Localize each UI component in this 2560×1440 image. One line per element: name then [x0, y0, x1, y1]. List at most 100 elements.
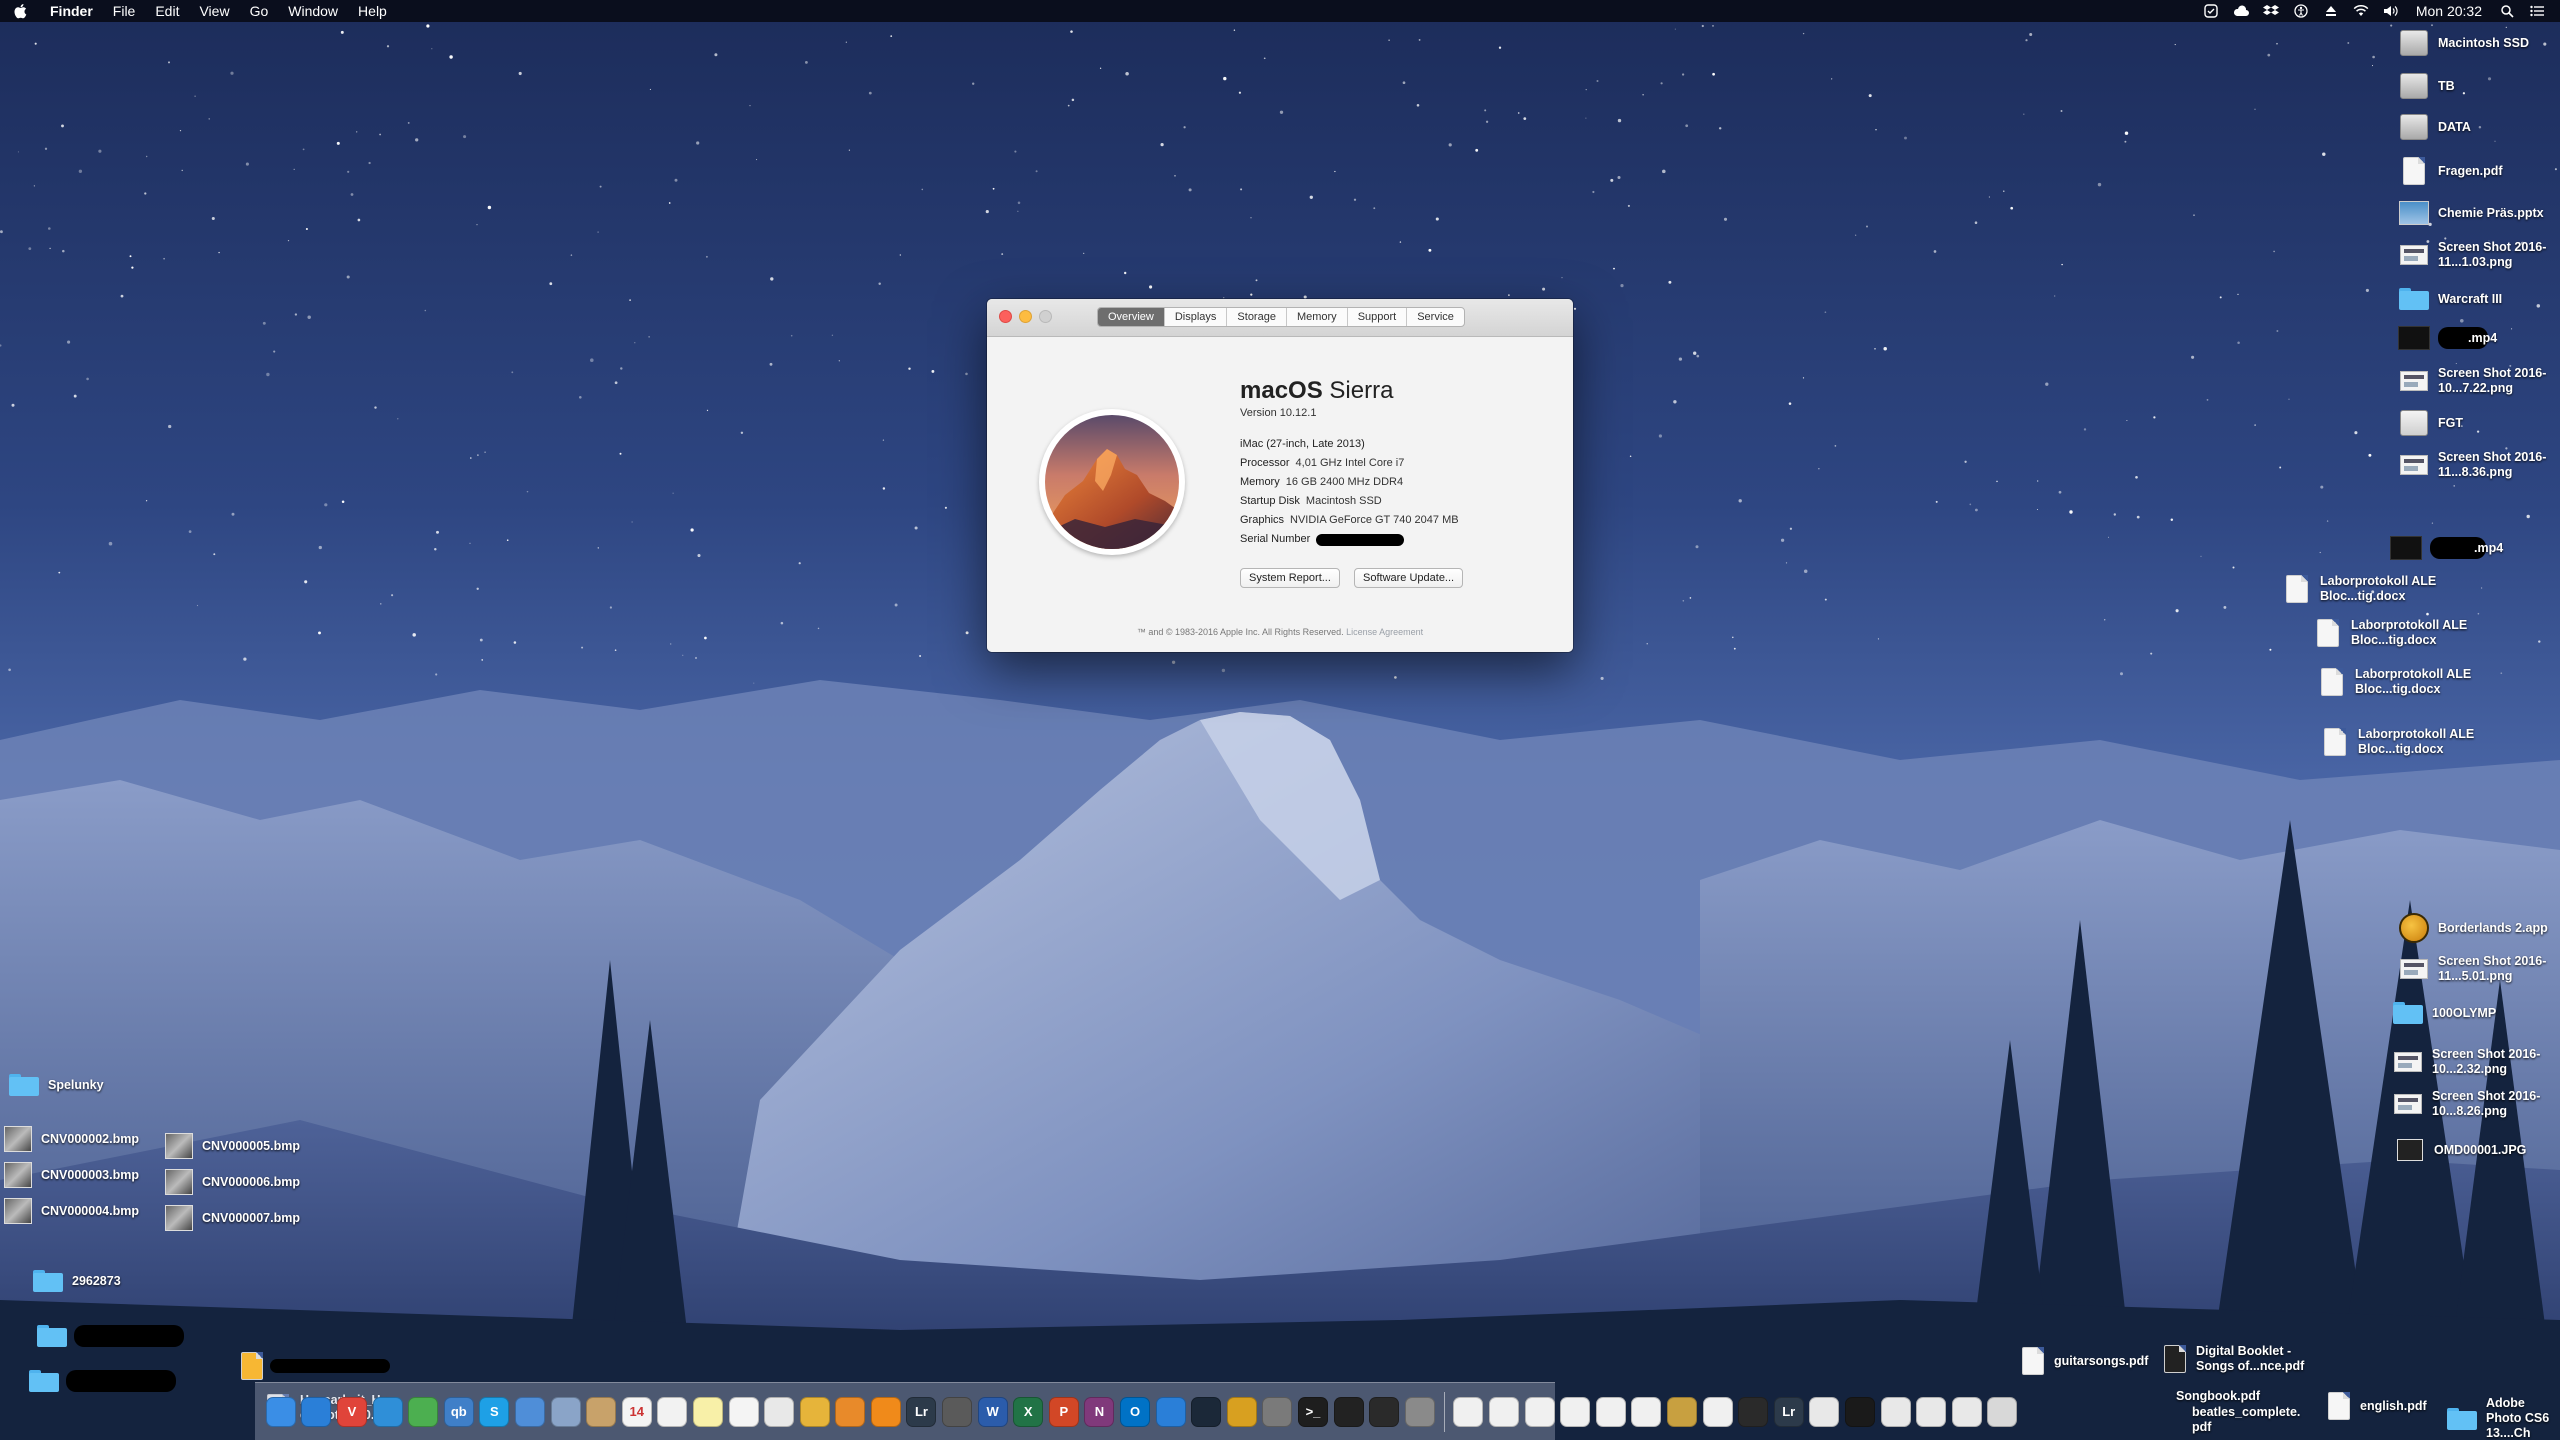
screenshot-icon[interactable]: [1916, 1396, 1947, 1427]
desktop-item[interactable]: TB: [2398, 73, 2455, 99]
preview-icon[interactable]: [550, 1396, 581, 1427]
notification-center-icon[interactable]: [2527, 3, 2547, 19]
menu-app-finder[interactable]: Finder: [40, 0, 103, 22]
menu-edit[interactable]: Edit: [145, 0, 189, 22]
desktop-item[interactable]: DATA: [2398, 114, 2471, 140]
desktop-item[interactable]: beatles_complete. pdf: [2184, 1405, 2304, 1435]
chrome-icon[interactable]: [799, 1396, 830, 1427]
image-icon[interactable]: [1844, 1396, 1875, 1427]
desktop-item[interactable]: [36, 1325, 184, 1347]
document-icon[interactable]: [1702, 1396, 1733, 1427]
trash-icon[interactable]: [1987, 1396, 2018, 1427]
eject-icon[interactable]: [2321, 3, 2341, 19]
desktop-item[interactable]: Adobe Photo CS6 13....Ch: [2446, 1396, 2560, 1440]
desktop-item[interactable]: CNV000005.bmp: [164, 1133, 300, 1159]
zoom-window-button[interactable]: [1039, 310, 1052, 323]
document-icon[interactable]: [1488, 1396, 1519, 1427]
close-window-button[interactable]: [999, 310, 1012, 323]
app-store-icon[interactable]: [372, 1396, 403, 1427]
tab-overview[interactable]: Overview: [1098, 308, 1165, 326]
desktop-item[interactable]: FGT: [2398, 410, 2463, 436]
tab-memory[interactable]: Memory: [1287, 308, 1348, 326]
desktop-item[interactable]: OMD00001.JPG: [2394, 1139, 2526, 1161]
menu-view[interactable]: View: [189, 0, 239, 22]
checkbox-icon[interactable]: [2201, 3, 2221, 19]
desktop-item[interactable]: CNV000007.bmp: [164, 1205, 300, 1231]
menu-window[interactable]: Window: [278, 0, 348, 22]
desktop-item[interactable]: Laborprotokoll ALE Bloc...tig.docx: [2317, 667, 2487, 697]
desktop-item[interactable]: Screen Shot 2016-10...8.26.png: [2392, 1089, 2560, 1119]
disk-utility-icon[interactable]: [1404, 1396, 1435, 1427]
screenshot-icon[interactable]: [1951, 1396, 1982, 1427]
desktop-item[interactable]: 100OLYMP: [2392, 1002, 2496, 1024]
apple-menu-icon[interactable]: [0, 3, 40, 19]
borderlands-icon[interactable]: [1226, 1396, 1257, 1427]
word-icon[interactable]: W: [977, 1396, 1008, 1427]
menu-clock[interactable]: Mon 20:32: [2406, 0, 2492, 22]
excel-icon[interactable]: X: [1013, 1396, 1044, 1427]
image-icon[interactable]: [1809, 1396, 1840, 1427]
document-icon[interactable]: [1560, 1396, 1591, 1427]
license-agreement-link[interactable]: License Agreement: [1346, 627, 1423, 637]
powerpoint-icon[interactable]: P: [1048, 1396, 1079, 1427]
desktop-item[interactable]: Spelunky: [8, 1074, 104, 1096]
system-report-button[interactable]: System Report...: [1240, 568, 1340, 588]
lightroom-icon[interactable]: Lr: [906, 1396, 937, 1427]
desktop-item[interactable]: .mp4: [2398, 326, 2497, 350]
desktop-item[interactable]: Screen Shot 2016-10...7.22.png: [2398, 366, 2560, 396]
notes-icon[interactable]: [586, 1396, 617, 1427]
image-icon[interactable]: [1738, 1396, 1769, 1427]
desktop-item[interactable]: english.pdf: [2326, 1392, 2427, 1420]
onenote-icon[interactable]: N: [1084, 1396, 1115, 1427]
desktop-item[interactable]: CNV000004.bmp: [3, 1198, 139, 1224]
desktop-item[interactable]: Laborprotokoll ALE Bloc...tig.docx: [2282, 574, 2452, 604]
stickies-icon[interactable]: [692, 1396, 723, 1427]
desktop-item[interactable]: [240, 1352, 390, 1380]
safari-icon[interactable]: [301, 1396, 332, 1427]
archive-icon[interactable]: [1666, 1396, 1697, 1427]
tab-support[interactable]: Support: [1348, 308, 1408, 326]
desktop-item[interactable]: Digital Booklet - Songs of...nce.pdf: [2162, 1344, 2322, 1374]
desktop-item[interactable]: Borderlands 2.app: [2398, 913, 2548, 943]
vlc-icon[interactable]: [870, 1396, 901, 1427]
document-icon[interactable]: [1595, 1396, 1626, 1427]
maps-icon[interactable]: [408, 1396, 439, 1427]
textedit-icon[interactable]: [657, 1396, 688, 1427]
desktop-item[interactable]: Chemie Präs.pptx: [2398, 201, 2544, 225]
desktop-item[interactable]: Macintosh SSD: [2398, 30, 2529, 56]
photos-icon[interactable]: [764, 1396, 795, 1427]
desktop-item[interactable]: .mp4: [2390, 536, 2503, 560]
accessibility-icon[interactable]: [2291, 3, 2311, 19]
desktop-item[interactable]: Warcraft III: [2398, 288, 2502, 310]
desktop-item[interactable]: Screen Shot 2016-10...2.32.png: [2392, 1047, 2560, 1077]
skype-icon[interactable]: S: [479, 1396, 510, 1427]
menu-help[interactable]: Help: [348, 0, 397, 22]
menu-go[interactable]: Go: [240, 0, 279, 22]
screenshot-icon[interactable]: [1880, 1396, 1911, 1427]
window-titlebar[interactable]: Overview Displays Storage Memory Support…: [987, 299, 1573, 337]
tab-storage[interactable]: Storage: [1227, 308, 1287, 326]
calendar-icon[interactable]: 14: [621, 1396, 652, 1427]
activity-monitor-icon[interactable]: [1333, 1396, 1364, 1427]
desktop-item[interactable]: Screen Shot 2016-11...5.01.png: [2398, 954, 2560, 984]
document-icon[interactable]: [728, 1396, 759, 1427]
desktop-item[interactable]: Songbook.pdf: [2168, 1389, 2260, 1404]
document-icon[interactable]: [1524, 1396, 1555, 1427]
document-icon[interactable]: [1631, 1396, 1662, 1427]
desktop-item[interactable]: CNV000002.bmp: [3, 1126, 139, 1152]
software-update-button[interactable]: Software Update...: [1354, 568, 1464, 588]
document-icon[interactable]: [1453, 1396, 1484, 1427]
desktop-item[interactable]: CNV000006.bmp: [164, 1169, 300, 1195]
tab-service[interactable]: Service: [1407, 308, 1464, 326]
desktop-item[interactable]: [28, 1370, 176, 1392]
console-icon[interactable]: [1369, 1396, 1400, 1427]
desktop-item[interactable]: Laborprotokoll ALE Bloc...tig.docx: [2313, 618, 2483, 648]
dropbox-icon[interactable]: [2261, 3, 2281, 19]
desktop-item[interactable]: Laborprotokoll ALE Bloc...tig.docx: [2320, 727, 2490, 757]
vivaldi-icon[interactable]: V: [336, 1396, 367, 1427]
desktop-item[interactable]: 2962873: [32, 1270, 121, 1292]
wifi-icon[interactable]: [2351, 3, 2371, 19]
spotlight-search-icon[interactable]: [2497, 3, 2517, 19]
dropbox-icon[interactable]: [1155, 1396, 1186, 1427]
desktop-item[interactable]: Screen Shot 2016-11...8.36.png: [2398, 450, 2560, 480]
